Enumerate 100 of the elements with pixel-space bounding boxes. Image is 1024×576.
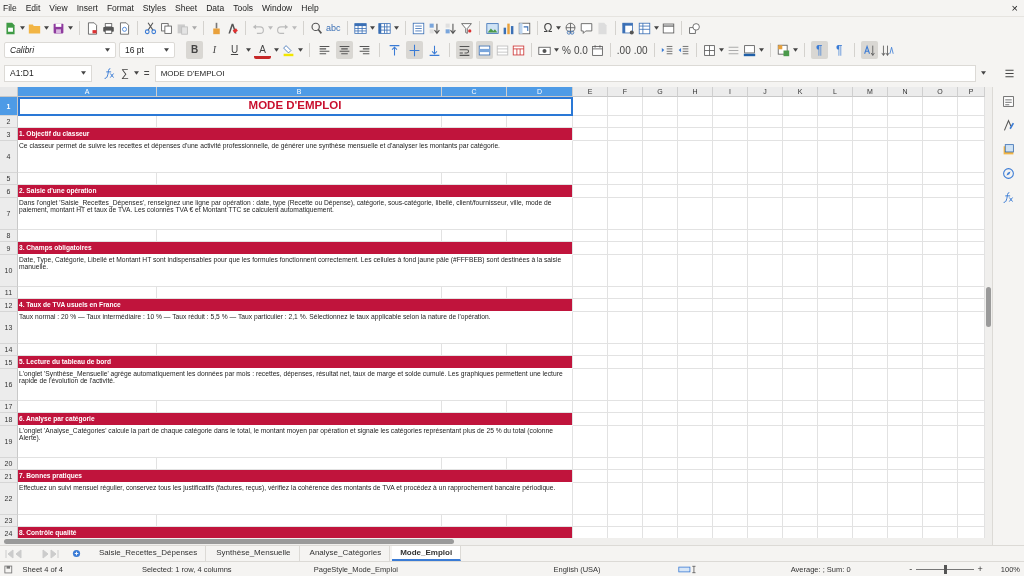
caret-icon[interactable] <box>554 48 559 52</box>
percent-button[interactable]: % <box>562 44 571 56</box>
zoom-out-button[interactable]: - <box>905 564 917 574</box>
image-icon[interactable] <box>485 21 499 35</box>
right-to-left-button[interactable]: ¶ <box>830 41 848 59</box>
document-icon[interactable] <box>86 21 99 35</box>
formula-input[interactable]: MODE D'EMPLOI <box>154 64 976 82</box>
caret-icon[interactable] <box>81 71 86 75</box>
remove-decimal-button[interactable]: .00 <box>633 44 648 56</box>
search-icon[interactable] <box>310 21 323 35</box>
sheet-tab[interactable]: Saisie_Recettes_Dépenses <box>91 546 207 561</box>
menu-item[interactable]: View <box>49 3 68 13</box>
caret-icon[interactable] <box>298 48 303 52</box>
page-preview-icon[interactable] <box>118 21 131 35</box>
sort-descending-icon[interactable] <box>443 21 457 35</box>
table-rows-icon[interactable] <box>353 21 367 35</box>
table-cell <box>643 458 678 470</box>
borders-icon[interactable] <box>702 43 716 57</box>
window-icon[interactable] <box>661 21 675 35</box>
pivot-table-icon[interactable] <box>517 21 531 35</box>
table-cell <box>888 141 923 173</box>
shapes-icon[interactable] <box>687 21 701 35</box>
properties-icon[interactable] <box>1002 95 1015 108</box>
monitor-icon[interactable] <box>742 43 756 57</box>
selection-mode-icon[interactable] <box>677 564 697 574</box>
caret-icon[interactable] <box>718 48 724 52</box>
compass-icon[interactable] <box>1002 167 1015 180</box>
paintbrush-icon[interactable] <box>210 21 223 35</box>
caret-icon[interactable] <box>653 26 659 30</box>
spelling-button[interactable]: abc <box>326 23 341 33</box>
function-wizard-icon[interactable] <box>103 66 116 80</box>
font-color-button[interactable]: A <box>254 41 271 59</box>
filter-icon[interactable] <box>459 21 473 35</box>
caret-icon[interactable] <box>68 26 73 30</box>
caret-icon[interactable] <box>246 48 251 52</box>
special-character-button[interactable]: Ω <box>543 21 553 35</box>
printer-icon[interactable] <box>102 21 115 35</box>
add-decimal-button[interactable]: .00 <box>616 44 631 56</box>
caret-icon[interactable] <box>369 26 375 30</box>
underline-button[interactable]: U <box>226 41 243 59</box>
caret-icon[interactable] <box>274 48 279 52</box>
expand-icon[interactable] <box>981 71 986 75</box>
caret-icon[interactable] <box>792 48 798 52</box>
menu-item[interactable]: Tools <box>233 3 253 13</box>
font-size-field[interactable]: 16 pt <box>119 42 175 58</box>
table-icon[interactable] <box>512 43 525 57</box>
gallery-icon[interactable] <box>1002 143 1015 156</box>
caret-icon[interactable] <box>44 26 49 30</box>
number-format-button[interactable]: 0.0 <box>573 44 588 56</box>
sheet-tab[interactable]: Synthèse_Mensuelle <box>208 546 300 561</box>
styles-icon[interactable] <box>1002 119 1015 132</box>
table-columns-icon[interactable] <box>377 21 391 35</box>
close-button[interactable]: × <box>1011 2 1021 14</box>
sheet-tab[interactable]: Mode_Emploi <box>392 546 462 561</box>
formula-button[interactable]: = <box>143 67 150 79</box>
comment-icon[interactable] <box>579 21 593 35</box>
bar-chart-icon[interactable] <box>501 21 515 35</box>
scrollbar-thumb[interactable] <box>986 287 991 327</box>
caret-icon[interactable] <box>133 71 139 75</box>
caret-icon[interactable] <box>20 26 25 30</box>
font-name-field[interactable]: Calibri <box>4 42 116 58</box>
zoom-slider-thumb[interactable] <box>943 564 947 574</box>
increase-indent-icon[interactable] <box>660 43 674 57</box>
print-area-icon[interactable] <box>637 21 651 35</box>
italic-button[interactable]: I <box>206 41 223 59</box>
name-box[interactable]: A1:D1 <box>4 64 92 82</box>
freeze-rows-icon[interactable] <box>621 21 635 35</box>
caret-icon[interactable] <box>164 48 169 52</box>
caret-icon[interactable] <box>393 26 399 30</box>
sort-arrows-icon[interactable] <box>880 43 894 57</box>
scrollbar-thumb[interactable] <box>4 539 454 544</box>
table-cell <box>783 470 818 483</box>
bold-button[interactable]: B <box>186 41 203 59</box>
function-icon[interactable] <box>1002 191 1015 204</box>
add-sheet-icon[interactable] <box>72 549 81 558</box>
caret-icon[interactable] <box>105 48 110 52</box>
table-cell <box>643 470 678 483</box>
caret-icon[interactable] <box>555 26 561 30</box>
sum-button[interactable]: ∑ <box>121 67 129 79</box>
calendar-icon[interactable] <box>590 43 604 57</box>
globe-icon[interactable] <box>563 21 577 35</box>
menu-item[interactable]: File <box>3 3 17 13</box>
menu-item[interactable]: Help <box>301 3 319 13</box>
zoom-in-button[interactable]: + <box>973 564 987 574</box>
clear-format-icon[interactable] <box>226 21 239 35</box>
menu-item[interactable]: Data <box>206 3 225 13</box>
menu-item[interactable]: Window <box>262 3 293 13</box>
menu-item[interactable]: Insert <box>76 3 98 13</box>
copy-icon[interactable] <box>160 21 173 35</box>
cut-icon[interactable] <box>144 21 157 35</box>
menu-item[interactable]: Format <box>106 3 134 13</box>
caret-icon[interactable] <box>758 48 764 52</box>
menu-item[interactable]: Edit <box>25 3 41 13</box>
sort-icon[interactable] <box>411 21 425 35</box>
menu-item[interactable]: Styles <box>142 3 166 13</box>
menu-item[interactable]: Sheet <box>175 3 198 13</box>
sheet-tab[interactable]: Analyse_Catégories <box>301 546 391 561</box>
sort-ascending-icon[interactable] <box>427 21 441 35</box>
save-icon[interactable] <box>52 21 65 35</box>
decrease-indent-icon[interactable] <box>676 43 690 57</box>
